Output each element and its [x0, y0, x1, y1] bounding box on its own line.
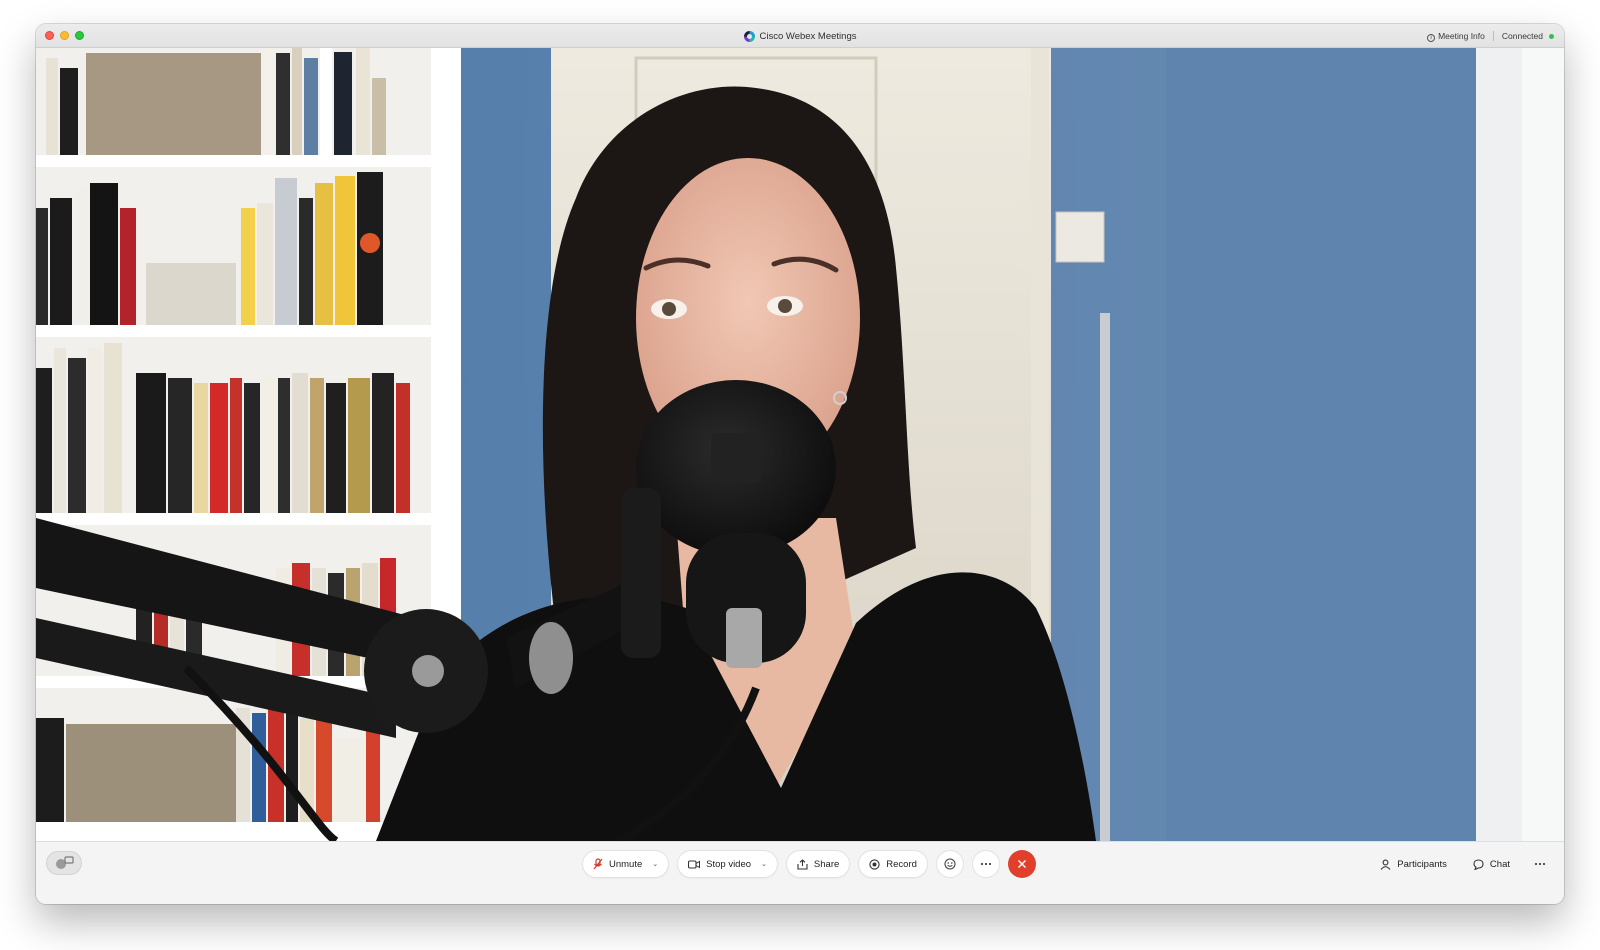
storage-box — [146, 263, 236, 325]
meeting-info-button[interactable]: i Meeting Info — [1427, 31, 1485, 42]
mic-mount-knob — [529, 622, 573, 694]
info-icon: i — [1427, 33, 1436, 42]
video-camera-icon — [688, 859, 701, 869]
shelf — [36, 513, 456, 525]
participant-video — [36, 48, 1564, 841]
microphone-yoke — [621, 488, 661, 658]
participants-label: Participants — [1397, 858, 1447, 870]
shelf — [36, 155, 456, 167]
title-bar: Cisco Webex Meetings i Meeting Info Conne… — [36, 24, 1564, 48]
participants-icon — [1380, 859, 1391, 870]
video-frame — [36, 48, 1564, 841]
window-title-area: Cisco Webex Meetings — [36, 24, 1564, 48]
connection-status-label: Connected — [1501, 31, 1543, 41]
reactions-button[interactable] — [935, 850, 964, 878]
share-icon — [797, 858, 808, 870]
unmute-button[interactable]: Unmute ⌄ — [582, 850, 670, 878]
storage-basket — [86, 53, 261, 155]
reactions-icon — [944, 858, 956, 870]
self-view-button[interactable] — [46, 851, 82, 875]
blue-wall-right — [1166, 48, 1496, 841]
chevron-down-icon[interactable]: ⌄ — [761, 860, 767, 868]
white-wall-edge-light — [1522, 48, 1564, 841]
stop-video-label: Stop video — [706, 858, 752, 870]
title-bar-status: i Meeting Info Connected — [1427, 24, 1554, 48]
record-label: Record — [886, 858, 917, 870]
webex-meeting-window: Cisco Webex Meetings i Meeting Info Conne… — [36, 24, 1564, 904]
connection-status-dot — [1549, 34, 1554, 39]
window-title: Cisco Webex Meetings — [759, 30, 857, 42]
participants-button[interactable]: Participants — [1370, 850, 1457, 878]
mic-arm-knob — [412, 655, 444, 687]
end-call-icon — [1017, 860, 1026, 868]
more-icon — [1534, 862, 1546, 866]
connection-status: Connected — [1502, 31, 1554, 41]
pupil-left — [662, 302, 676, 316]
meeting-controls-bar: Unmute ⌄ Stop video ⌄ Share Record Parti… — [36, 841, 1564, 904]
microphone-muted-icon — [593, 858, 603, 870]
chat-label: Chat — [1489, 858, 1510, 870]
more-icon — [980, 862, 992, 866]
unmute-label: Unmute — [609, 858, 643, 870]
more-options-button[interactable] — [971, 850, 1000, 878]
share-button[interactable]: Share — [785, 850, 851, 878]
leave-meeting-button[interactable] — [1007, 850, 1036, 878]
wall-pipe — [1100, 313, 1110, 841]
shelf — [36, 325, 456, 337]
record-button[interactable]: Record — [858, 850, 928, 878]
stop-video-button[interactable]: Stop video ⌄ — [677, 850, 778, 878]
center-controls: Unmute ⌄ Stop video ⌄ Share Record — [582, 850, 1036, 878]
microphone-clip — [711, 433, 761, 483]
chat-button[interactable]: Chat — [1463, 850, 1520, 878]
chevron-down-icon[interactable]: ⌄ — [652, 860, 658, 868]
chat-icon — [1473, 858, 1484, 870]
panel-more-button[interactable] — [1526, 850, 1554, 878]
share-label: Share — [813, 858, 840, 870]
webex-logo-icon — [743, 30, 755, 42]
light-switch — [1055, 211, 1105, 263]
self-view-icon — [56, 856, 74, 869]
storage-basket — [66, 724, 236, 822]
record-icon — [869, 858, 880, 870]
right-controls: Participants Chat — [1370, 850, 1554, 878]
meeting-info-label: Meeting Info — [1438, 30, 1485, 41]
pupil-right — [778, 299, 792, 313]
microphone-xlr — [726, 608, 762, 668]
divider — [1492, 31, 1494, 41]
